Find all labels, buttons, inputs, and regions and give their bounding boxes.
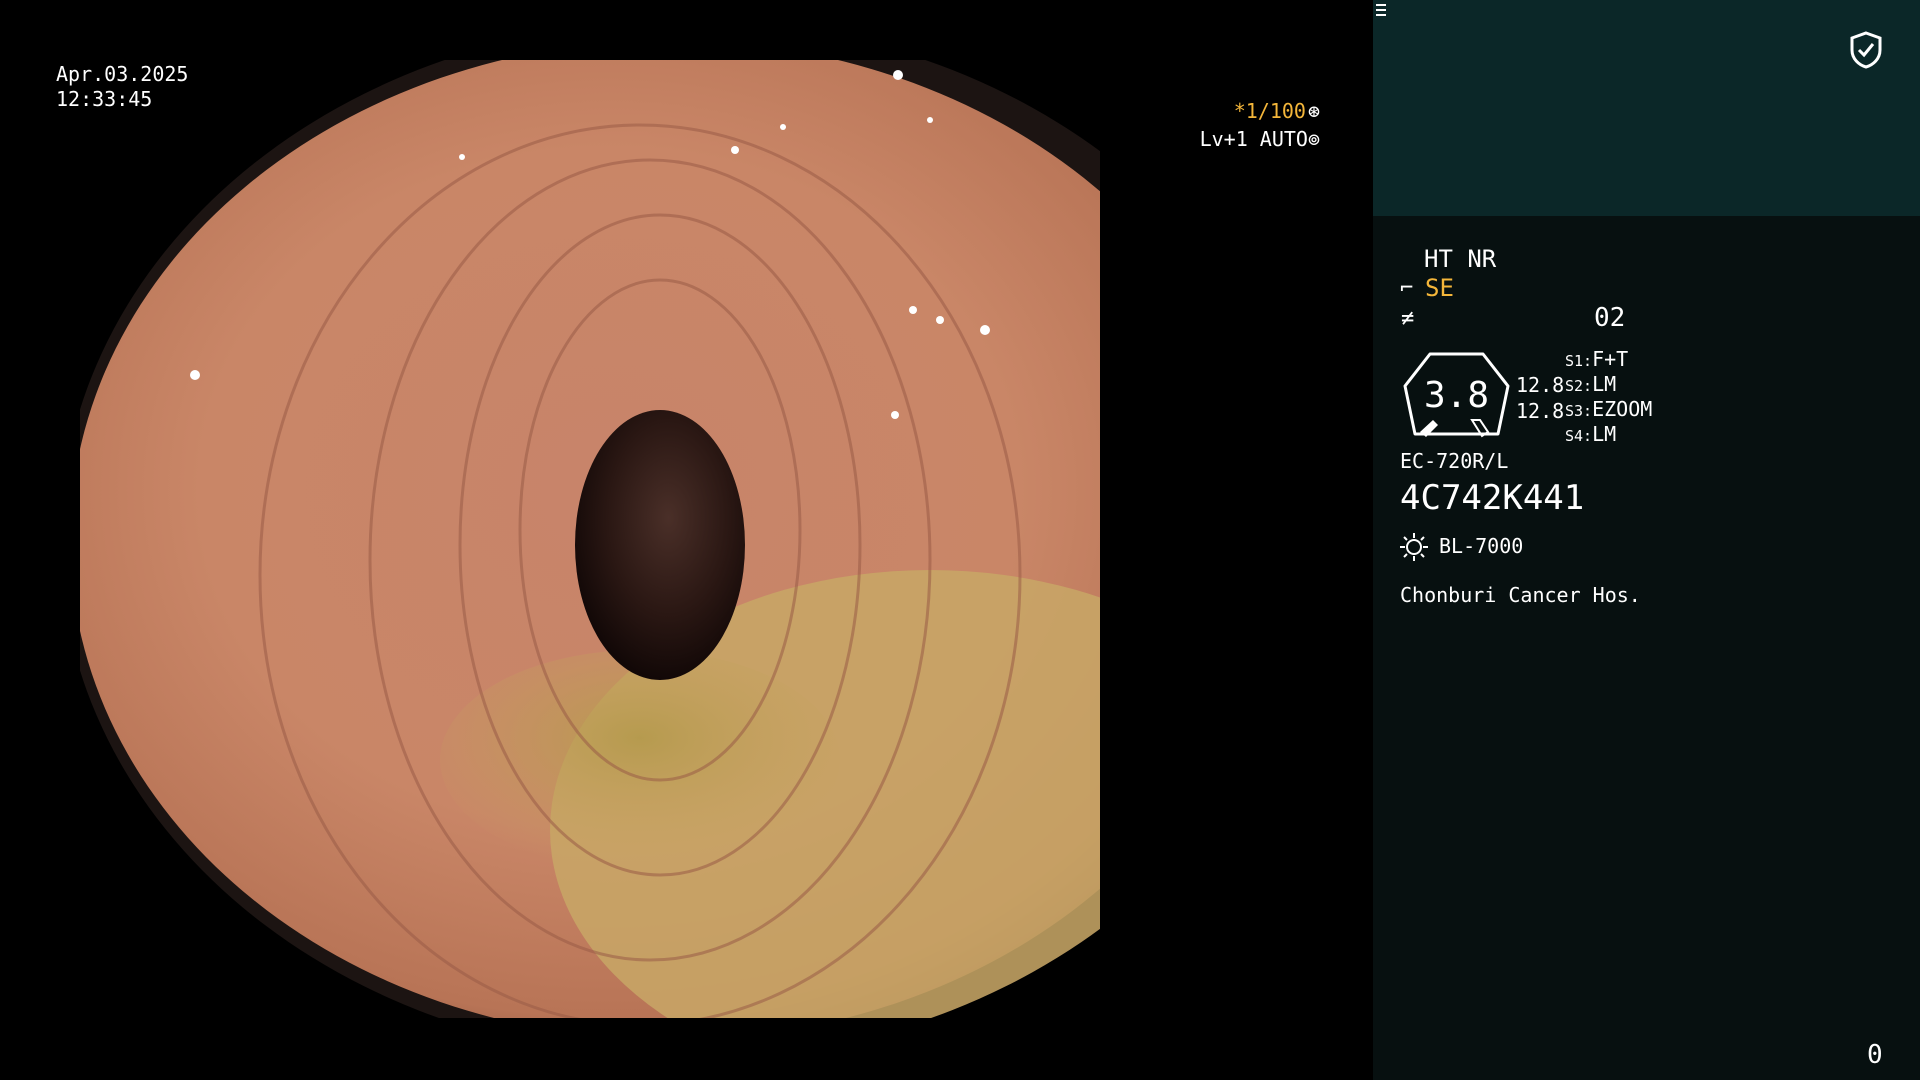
aperture-icon: ⊛ xyxy=(1307,99,1320,123)
switch-tag: S2: xyxy=(1565,377,1593,395)
memory-value: 02 xyxy=(1594,303,1626,333)
endoscope-image xyxy=(0,0,1373,1080)
brightness-icon: ⊚ xyxy=(1307,127,1320,151)
light-source-icon xyxy=(1400,533,1428,561)
shield-check-icon xyxy=(1850,31,1882,69)
value-2: 12.8 xyxy=(1516,399,1565,423)
mode-text: HT NR xyxy=(1424,245,1497,273)
light-source-model: BL-7000 xyxy=(1439,534,1524,558)
scope-serial: 4C742K441 xyxy=(1400,478,1585,518)
switch-4: S4:LM xyxy=(1565,422,1616,449)
switch-1: S1:F+T xyxy=(1565,347,1628,374)
switch-tag: S4: xyxy=(1565,427,1593,445)
dial-value: 3.8 xyxy=(1423,375,1490,416)
scope-model: EC-720R/L xyxy=(1400,449,1509,473)
date-text: Apr.03.2025 xyxy=(56,62,189,86)
endoscope-viewport: Apr.03.2025 12:33:45 *1/100 ⊛ Lv+1 AUTO⊚ xyxy=(0,0,1373,1080)
date-time: Apr.03.2025 12:33:45 xyxy=(56,62,188,112)
structure-enhance-icon: ⌐ xyxy=(1400,276,1414,301)
enhance-text: SE xyxy=(1425,274,1454,302)
shutter-speed: *1/100 ⊛ xyxy=(1234,99,1320,124)
switch-value: LM xyxy=(1592,372,1617,396)
color-tone-icon: ≠ xyxy=(1401,306,1415,331)
switch-value: LM xyxy=(1592,422,1617,446)
hospital-name: Chonburi Cancer Hos. xyxy=(1400,583,1641,607)
brightness-level: Lv+1 AUTO⊚ xyxy=(1200,127,1320,152)
level-text: Lv+1 AUTO xyxy=(1199,127,1308,151)
image-counter: 0 xyxy=(1867,1040,1883,1070)
switch-value: EZOOM xyxy=(1592,397,1653,421)
switch-tag: S3: xyxy=(1565,402,1593,420)
info-panel: HT NR ⌐ SE ≠ 02 3.8 12.8 12.8 S1:F+T S2:… xyxy=(1373,0,1920,1080)
switch-2: S2:LM xyxy=(1565,372,1616,399)
switch-tag: S1: xyxy=(1565,352,1593,370)
switch-3: S3:EZOOM xyxy=(1565,397,1652,424)
switch-value: F+T xyxy=(1592,347,1629,371)
value-1: 12.8 xyxy=(1516,373,1565,397)
shutter-text: *1/100 xyxy=(1233,99,1306,123)
time-text: 12:33:45 xyxy=(56,87,153,111)
panel-header xyxy=(1373,0,1920,216)
